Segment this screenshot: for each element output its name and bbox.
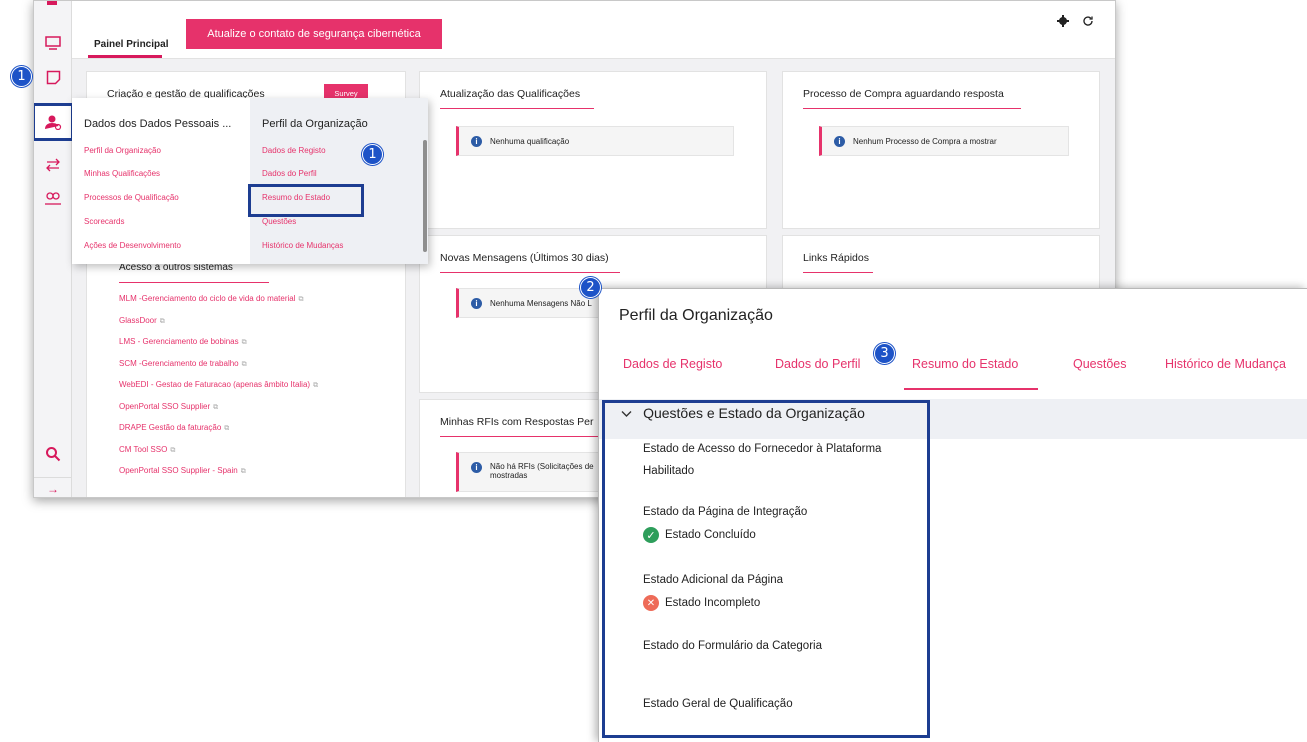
external-link-icon: ⧉ <box>313 382 319 389</box>
arrow-right-icon[interactable]: → <box>34 477 72 497</box>
system-link[interactable]: GlassDoor ⧉ <box>119 316 318 338</box>
system-link[interactable]: DRAPE Gestão da faturação ⧉ <box>119 423 318 445</box>
step-badge-1-flyout: 1 <box>362 144 383 165</box>
step-badge-1: 1 <box>11 66 32 87</box>
active-tab-indicator <box>904 388 1038 390</box>
qualification-updates-card: Atualização das Qualificações i Nenhuma q… <box>419 71 767 229</box>
card-underline <box>440 436 600 437</box>
card-underline <box>803 108 1021 109</box>
tab-questoes[interactable]: Questões <box>1073 357 1127 371</box>
external-link-icon: ⧉ <box>240 468 246 475</box>
info-icon: i <box>834 135 845 147</box>
system-link[interactable]: SCM -Gerenciamento de trabalho ⧉ <box>119 359 318 381</box>
flyout-item-questions[interactable]: Questões <box>262 217 296 226</box>
external-link-icon: ⧉ <box>298 296 304 303</box>
system-link[interactable]: OpenPortal SSO Supplier - Spain ⧉ <box>119 466 318 488</box>
card-title: Minhas RFIs com Respostas Per <box>440 416 594 428</box>
flyout-item-profile-data[interactable]: Dados do Perfil <box>262 169 317 178</box>
cyber-security-contact-button[interactable]: Atualize o contato de segurança cibernét… <box>186 19 442 49</box>
tab-historico-de-mudancas[interactable]: Histórico de Mudança <box>1165 357 1286 371</box>
flyout-item-change-history[interactable]: Histórico de Mudanças <box>262 241 343 250</box>
flyout-item-registration-data[interactable]: Dados de Registo <box>262 146 326 155</box>
purchase-process-card: Processo de Compra aguardando resposta i… <box>782 71 1100 229</box>
card-underline <box>440 108 594 109</box>
external-link-icon: ⧉ <box>241 339 247 346</box>
flyout-right-column: Perfil da Organização Dados de Registo D… <box>250 98 428 264</box>
flyout-right-header: Perfil da Organização <box>262 118 368 130</box>
info-message: i Nenhum Processo de Compra a mostrar <box>819 126 1069 156</box>
external-link-icon: ⧉ <box>213 403 219 411</box>
step-badge-3: 3 <box>874 343 895 364</box>
flyout-item-my-qualifications[interactable]: Minhas Qualificações <box>84 169 160 178</box>
info-icon: i <box>471 462 482 473</box>
system-link[interactable]: LMS - Gerenciamento de bobinas ⧉ <box>119 337 318 359</box>
tab-dados-de-registo[interactable]: Dados de Registo <box>623 357 722 371</box>
active-tab-indicator <box>88 55 162 58</box>
sidebar: → <box>34 1 74 497</box>
external-link-icon: ⧉ <box>170 446 176 454</box>
tab-dados-do-perfil[interactable]: Dados do Perfil <box>775 357 860 371</box>
external-link-icon: ⧉ <box>224 425 230 432</box>
user-profile-icon[interactable] <box>34 103 74 141</box>
status-summary-highlight <box>248 184 364 217</box>
other-systems-links: MLM -Gerenciamento do ciclo de vida do m… <box>119 294 318 488</box>
external-link-icon: ⧉ <box>241 360 247 368</box>
flyout-item-qualification-processes[interactable]: Processos de Qualificação <box>84 193 179 202</box>
flyout-left-column: Dados dos Dados Pessoais ... Perfil da O… <box>72 98 250 264</box>
status-section-highlight <box>602 400 930 738</box>
organization-profile-detail: Perfil da Organização Dados de Registo D… <box>598 288 1307 742</box>
tab-painel-principal[interactable]: Painel Principal <box>94 39 168 50</box>
tab-resumo-do-estado[interactable]: Resumo do Estado <box>912 357 1018 371</box>
transfer-icon[interactable] <box>41 153 65 177</box>
system-link[interactable]: WebEDI - Gestao de Faturacao (apenas âmb… <box>119 380 318 402</box>
top-bar: Painel Principal Atualize o contato de s… <box>72 1 1115 59</box>
desktop-icon[interactable] <box>41 31 65 55</box>
system-link[interactable]: OpenPortal SSO Supplier ⧉ <box>119 402 318 424</box>
note-icon[interactable] <box>41 65 65 89</box>
step-badge-2: 2 <box>580 277 601 298</box>
search-icon[interactable] <box>41 442 65 466</box>
card-title: Atualização das Qualificações <box>440 88 581 100</box>
card-underline <box>803 272 873 273</box>
gear-icon[interactable] <box>1057 15 1069 30</box>
profile-flyout-menu: Dados dos Dados Pessoais ... Perfil da O… <box>72 98 428 264</box>
card-underline <box>440 272 620 273</box>
sidebar-top-marker <box>47 1 57 5</box>
info-icon: i <box>471 135 482 147</box>
info-message: i Nenhuma qualificação <box>456 126 734 156</box>
other-systems-underline <box>119 282 269 283</box>
flyout-item-development-actions[interactable]: Ações de Desenvolvimento <box>84 241 181 250</box>
external-link-icon: ⧉ <box>159 317 165 325</box>
card-title: Processo de Compra aguardando resposta <box>803 88 1004 100</box>
info-icon: i <box>471 297 482 309</box>
card-title: Novas Mensagens (Últimos 30 dias) <box>440 252 609 264</box>
system-link[interactable]: MLM -Gerenciamento do ciclo de vida do m… <box>119 294 318 316</box>
flyout-item-scorecards[interactable]: Scorecards <box>84 217 124 226</box>
card-title: Links Rápidos <box>803 252 869 264</box>
flyout-left-header: Dados dos Dados Pessoais ... <box>84 118 232 130</box>
refresh-icon[interactable] <box>1082 15 1094 30</box>
system-link[interactable]: CM Tool SSO ⧉ <box>119 445 318 467</box>
flyout-scrollbar[interactable] <box>423 140 427 252</box>
team-icon[interactable] <box>41 187 65 211</box>
flyout-item-organization-profile[interactable]: Perfil da Organização <box>84 146 161 155</box>
page-title: Perfil da Organização <box>619 307 773 324</box>
